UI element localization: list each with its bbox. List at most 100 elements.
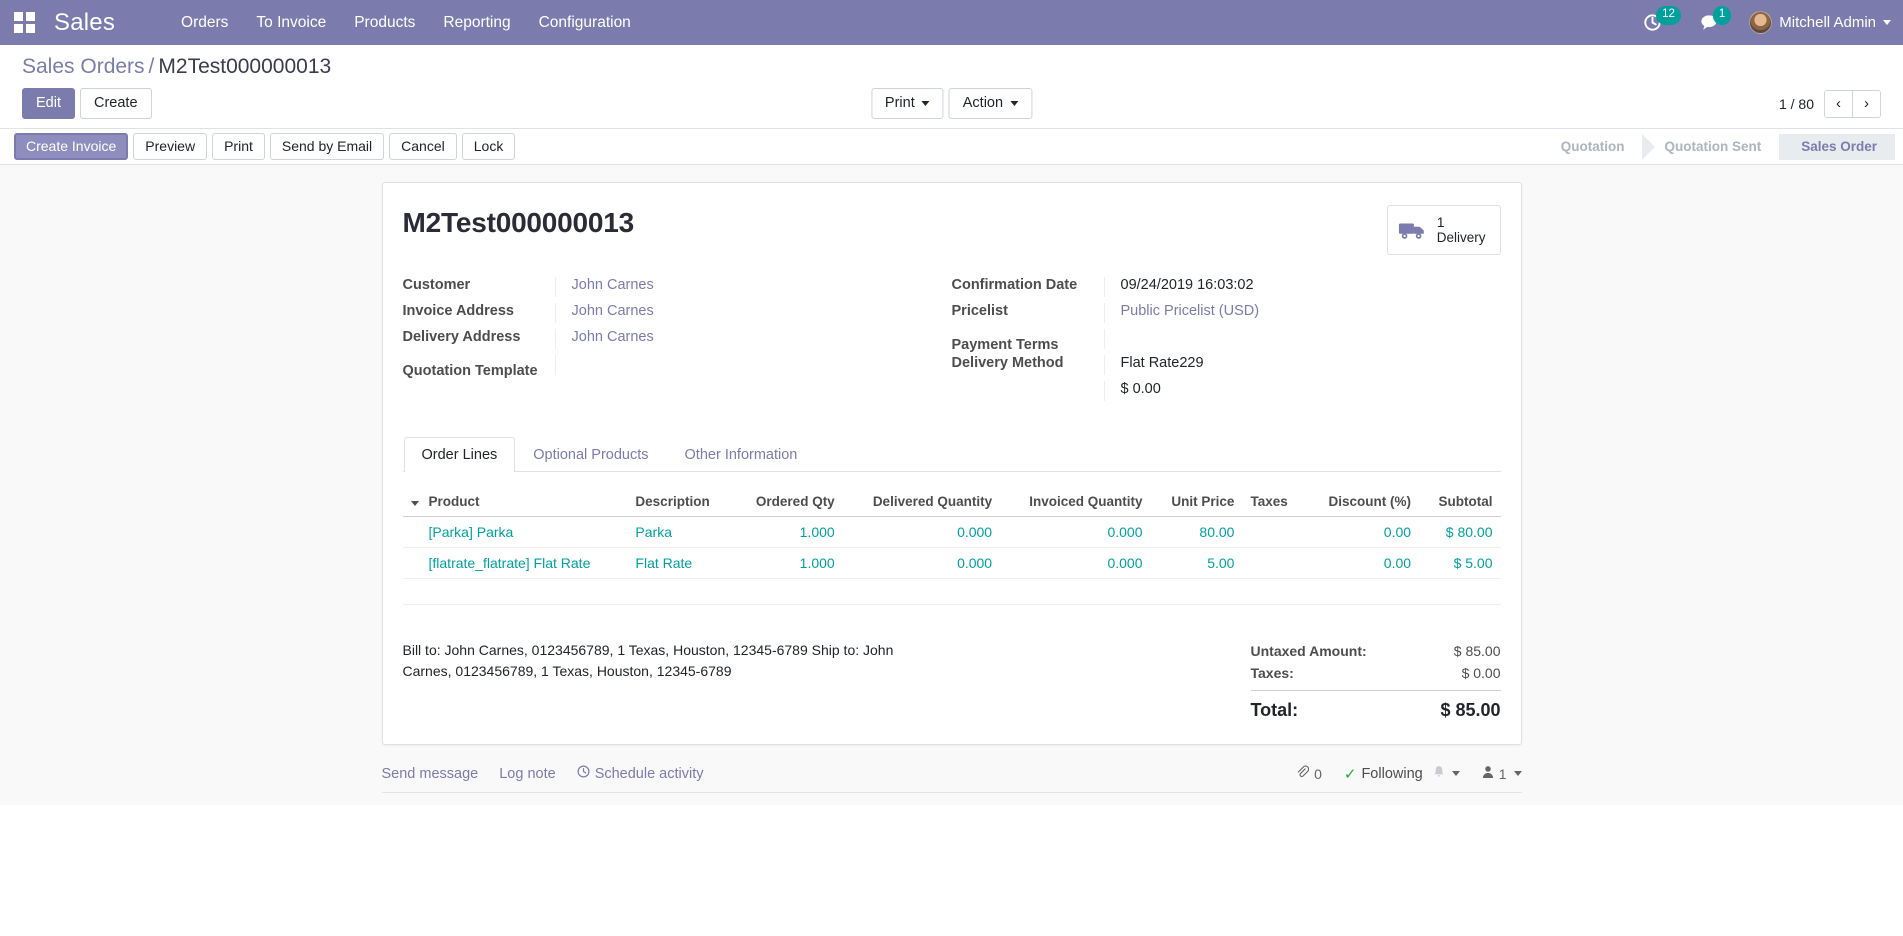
- table-row[interactable]: [flatrate_flatrate] Flat Rate Flat Rate …: [402, 547, 1501, 579]
- chevron-down-icon[interactable]: [1513, 771, 1522, 777]
- field-delivery-method-value: Flat Rate229: [1103, 354, 1477, 375]
- avatar: [1749, 11, 1773, 34]
- field-payment-terms: Payment Terms: [952, 328, 1477, 353]
- paperclip-icon: [1296, 765, 1310, 782]
- chatter: Send message Log note Schedule activity: [381, 765, 1522, 805]
- menu-item-orders[interactable]: Orders: [167, 0, 242, 45]
- field-delivery-address-value[interactable]: John Carnes: [554, 328, 928, 349]
- messages-menu[interactable]: 1: [1699, 6, 1732, 32]
- send-by-email-button[interactable]: Send by Email: [269, 133, 385, 161]
- field-invoice-address-value[interactable]: John Carnes: [554, 302, 928, 323]
- schedule-activity-label: Schedule activity: [594, 765, 704, 782]
- column-product[interactable]: Product: [420, 487, 628, 517]
- stage-quotation[interactable]: Quotation: [1538, 133, 1656, 160]
- field-delivery-price: $ 0.00: [952, 380, 1477, 405]
- menu-item-configuration[interactable]: Configuration: [525, 0, 645, 45]
- control-panel-buttons: Edit Create Print Action 1 / 80 ‹ ›: [22, 88, 1881, 128]
- column-sort-handle[interactable]: [402, 487, 421, 517]
- workflow-buttons: Create Invoice Preview Print Send by Ema…: [14, 133, 520, 161]
- create-button[interactable]: Create: [80, 88, 152, 120]
- delivery-count: 1: [1436, 214, 1445, 231]
- column-ordered-qty[interactable]: Ordered Qty: [732, 487, 843, 517]
- form-field-groups: Customer John Carnes Invoice Address Joh…: [402, 276, 1501, 407]
- breadcrumb-sales-orders[interactable]: Sales Orders: [22, 55, 145, 78]
- field-pricelist-value[interactable]: Public Pricelist (USD): [1103, 302, 1477, 323]
- stage-sales-order[interactable]: Sales Order: [1779, 133, 1895, 160]
- column-subtotal[interactable]: Subtotal: [1419, 487, 1501, 517]
- user-name-label: Mitchell Admin: [1779, 14, 1876, 31]
- delivery-stat-button[interactable]: 1 Delivery: [1386, 205, 1501, 255]
- field-quotation-template-value[interactable]: [554, 354, 928, 375]
- cell-product[interactable]: [Parka] Parka: [420, 516, 628, 548]
- record-sheet: M2Test000000013 1 Delivery Customer John…: [381, 182, 1522, 746]
- row-handle[interactable]: [402, 516, 421, 548]
- cell-subtotal: $ 5.00: [1419, 547, 1501, 579]
- chevron-down-icon[interactable]: [1451, 771, 1460, 777]
- bell-icon: [1433, 765, 1445, 783]
- activities-menu[interactable]: 12: [1643, 6, 1681, 32]
- create-invoice-button[interactable]: Create Invoice: [14, 133, 129, 161]
- notebook-tabs: Order Lines Optional Products Other Info…: [402, 436, 1501, 472]
- untaxed-amount-label: Untaxed Amount:: [1250, 643, 1367, 660]
- column-description[interactable]: Description: [627, 487, 733, 517]
- field-delivery-method-label: Delivery Method: [951, 354, 1064, 371]
- column-unit-price[interactable]: Unit Price: [1150, 487, 1243, 517]
- lock-button[interactable]: Lock: [461, 133, 516, 161]
- print-dropdown-button[interactable]: Print: [870, 88, 944, 120]
- followers-counter[interactable]: 1: [1482, 765, 1522, 782]
- message-count-badge: 1: [1712, 6, 1732, 25]
- tab-other-information[interactable]: Other Information: [667, 437, 816, 472]
- form-group-left: Customer John Carnes Invoice Address Joh…: [402, 276, 952, 407]
- delivery-stat-text: 1 Delivery: [1437, 214, 1486, 246]
- log-note-button[interactable]: Log note: [499, 766, 555, 782]
- chevron-down-icon: [921, 100, 930, 106]
- bill-ship-note: Bill to: John Carnes, 0123456789, 1 Texa…: [402, 642, 894, 680]
- chatter-right-tools: 0 ✓ Following 1: [1296, 765, 1522, 783]
- row-handle[interactable]: [402, 547, 421, 579]
- column-discount[interactable]: Discount (%): [1304, 487, 1420, 517]
- cell-delivered-qty: 0.000: [842, 516, 1001, 548]
- column-invoiced-quantity[interactable]: Invoiced Quantity: [1000, 487, 1151, 517]
- pager-area: 1 / 80 ‹ ›: [1778, 89, 1881, 118]
- form-group-right: Confirmation Date 09/24/2019 16:03:02 Pr…: [951, 276, 1501, 407]
- edit-button[interactable]: Edit: [22, 88, 75, 120]
- column-taxes[interactable]: Taxes: [1242, 487, 1305, 517]
- send-message-button[interactable]: Send message: [382, 766, 479, 782]
- cell-product[interactable]: [flatrate_flatrate] Flat Rate: [420, 547, 628, 579]
- untaxed-amount-value: $ 85.00: [1453, 643, 1501, 660]
- tab-optional-products[interactable]: Optional Products: [515, 437, 666, 472]
- column-delivered-quantity[interactable]: Delivered Quantity: [842, 487, 1001, 517]
- field-customer-label: Customer: [402, 276, 471, 293]
- preview-button[interactable]: Preview: [133, 133, 208, 161]
- menu-item-reporting[interactable]: Reporting: [429, 0, 524, 45]
- pager-previous-button[interactable]: ‹: [1825, 90, 1852, 117]
- cell-unit-price: 5.00: [1150, 547, 1243, 579]
- stage-quotation-sent[interactable]: Quotation Sent: [1642, 133, 1792, 160]
- page-title: M2Test000000013: [402, 207, 635, 239]
- menu-item-products[interactable]: Products: [340, 0, 429, 45]
- menu-item-to-invoice[interactable]: To Invoice: [242, 0, 340, 45]
- taxes-row: Taxes: $ 0.00: [1251, 662, 1501, 684]
- table-empty-row: [402, 578, 1501, 605]
- cancel-button[interactable]: Cancel: [389, 133, 457, 161]
- pager-counter: 1 / 80: [1778, 95, 1814, 112]
- attachment-counter[interactable]: 0: [1296, 765, 1322, 782]
- table-row[interactable]: [Parka] Parka Parka 1.000 0.000 0.000 80…: [402, 516, 1501, 548]
- field-delivery-address-label: Delivery Address: [402, 328, 521, 345]
- field-payment-terms-value[interactable]: [1103, 328, 1477, 349]
- chevron-down-icon[interactable]: [410, 500, 419, 506]
- print-button[interactable]: Print: [212, 133, 265, 161]
- action-label: Action: [962, 95, 1004, 111]
- field-customer-value[interactable]: John Carnes: [554, 276, 928, 297]
- apps-grid-icon[interactable]: [14, 11, 36, 34]
- user-menu[interactable]: Mitchell Admin: [1749, 11, 1891, 34]
- following-toggle[interactable]: ✓ Following: [1344, 765, 1460, 783]
- statusbar-row: Create Invoice Preview Print Send by Ema…: [0, 129, 1903, 166]
- tab-order-lines[interactable]: Order Lines: [403, 436, 516, 472]
- app-brand-sales[interactable]: Sales: [54, 9, 115, 37]
- form-view-background: M2Test000000013 1 Delivery Customer John…: [0, 165, 1903, 806]
- pager-next-button[interactable]: ›: [1852, 90, 1880, 117]
- cell-ordered-qty: 1.000: [732, 516, 843, 548]
- schedule-activity-button[interactable]: Schedule activity: [577, 765, 704, 782]
- action-dropdown-button[interactable]: Action: [948, 88, 1033, 120]
